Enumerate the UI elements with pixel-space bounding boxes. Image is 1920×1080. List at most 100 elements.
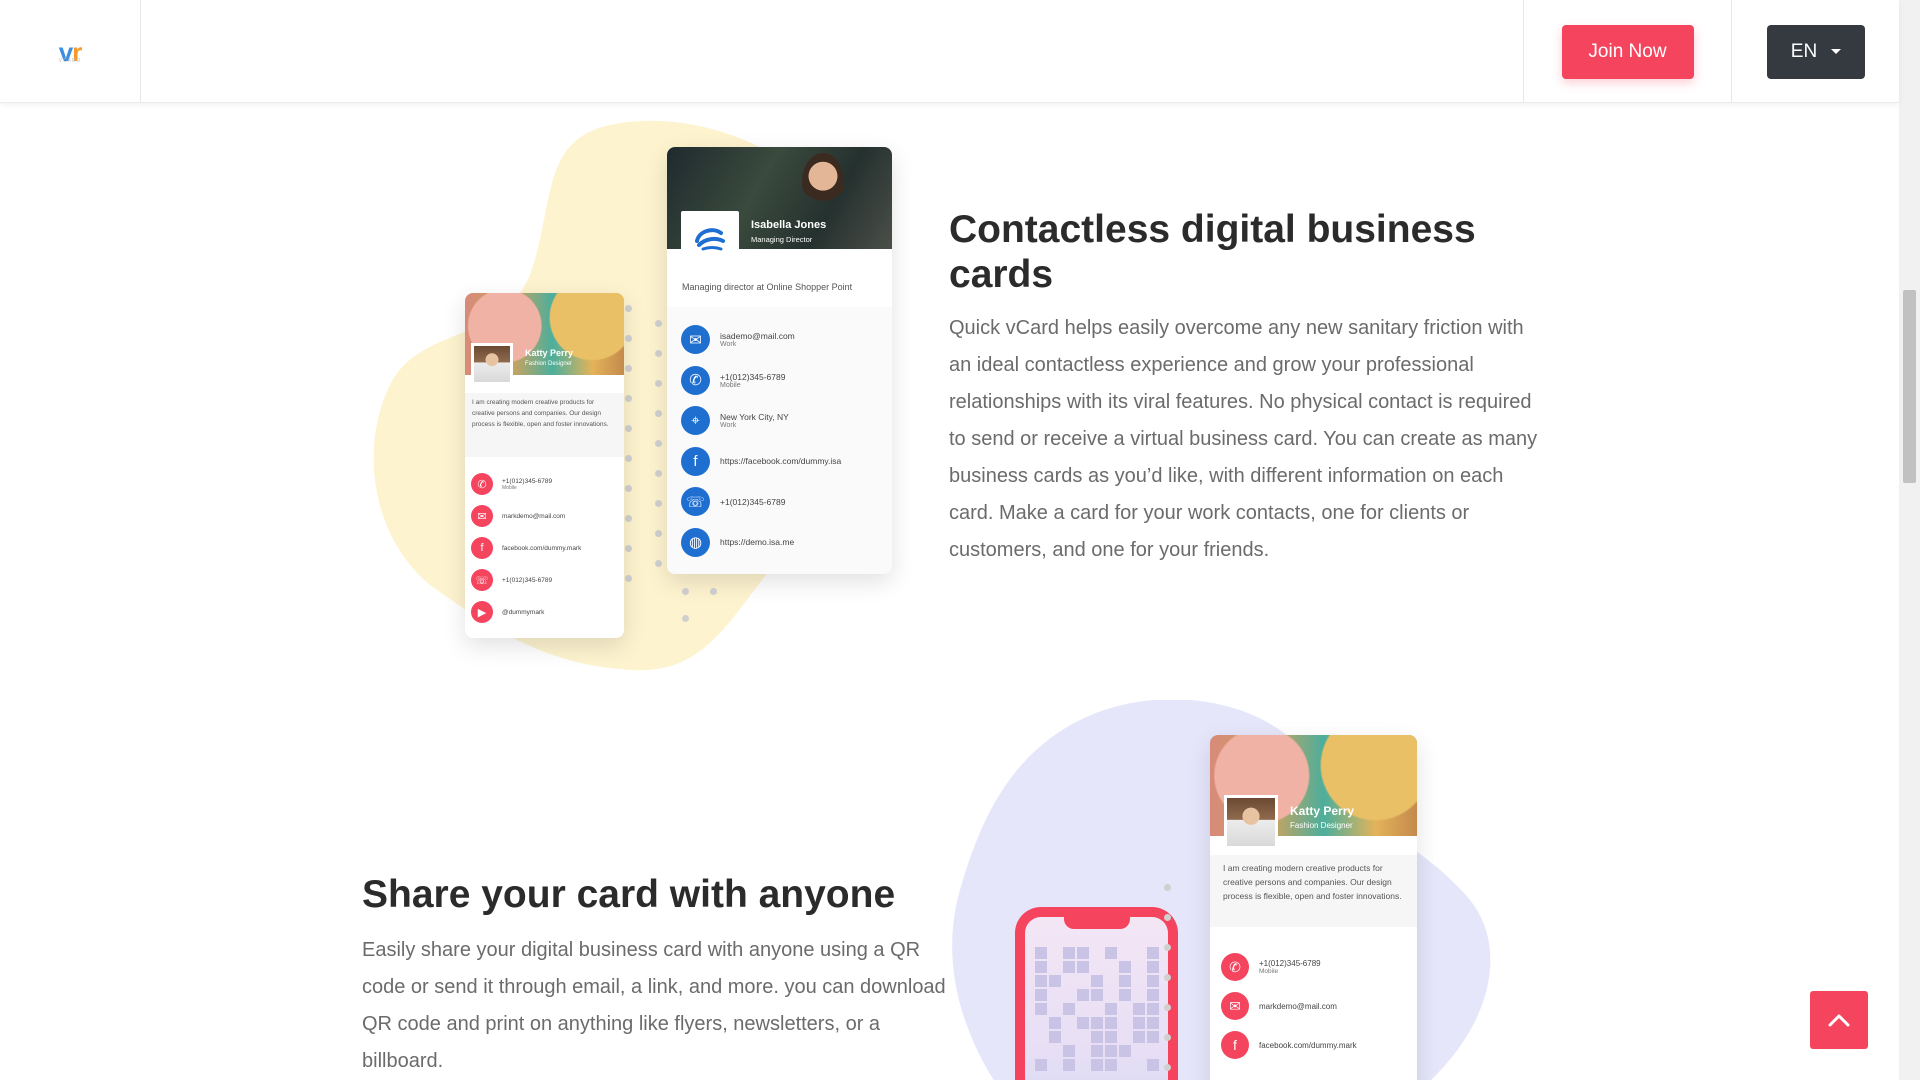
contact-row[interactable]: f https://facebook.com/dummy.isa [681, 446, 841, 476]
contact-row[interactable]: f facebook.com/dummy.mark [471, 537, 581, 559]
qr-module [1049, 975, 1061, 987]
company-logo [681, 211, 739, 267]
qr-module [1063, 1059, 1075, 1071]
qr-module [1063, 1003, 1075, 1015]
card-role: Managing Director [751, 235, 813, 244]
qr-module [1105, 1031, 1117, 1043]
qr-module [1147, 961, 1159, 973]
section-body-contactless: Quick vCard helps easily overcome any ne… [949, 317, 1538, 561]
avatar [1224, 795, 1278, 849]
qr-module [1063, 961, 1075, 973]
contact-row[interactable]: ▶ @dummymark [471, 601, 544, 623]
youtube-icon: ▶ [471, 601, 493, 623]
qr-module [1147, 1017, 1159, 1029]
logo-subtext: VCARD [58, 58, 82, 64]
qr-module [1063, 1045, 1075, 1057]
qr-module [1147, 1003, 1159, 1015]
contact-type: Mobile [502, 484, 517, 491]
contact-row[interactable]: ✆ +1(012)345-6789 Mobile [1221, 953, 1321, 981]
card-name: Isabella Jones [751, 219, 827, 231]
contact-type: Mobile [720, 381, 741, 389]
dot-pattern [1160, 880, 1200, 1080]
contact-value: facebook.com/dummy.mark [502, 544, 582, 552]
phone-icon: ✆ [471, 473, 493, 495]
qr-module [1091, 989, 1103, 1001]
contact-value: New York City, NY [720, 412, 789, 422]
phone-icon: ✆ [1221, 953, 1249, 981]
back-to-top-button[interactable] [1810, 991, 1868, 1049]
contact-row[interactable]: ✉ markdemo@mail.com [471, 505, 565, 527]
logo[interactable]: vr VCARD [0, 0, 141, 103]
vcard-preview-katty-large: Katty Perry Fashion Designer I am creati… [1210, 735, 1417, 1080]
contact-type: Mobile [1259, 968, 1279, 975]
chevron-up-icon [1828, 1014, 1850, 1027]
contact-value: facebook.com/dummy.mark [1259, 1040, 1357, 1050]
qr-module [1091, 1017, 1103, 1029]
qr-module [1077, 961, 1089, 973]
qr-module [1119, 961, 1131, 973]
qr-module [1063, 947, 1075, 959]
qr-module [1119, 989, 1131, 1001]
contact-row[interactable]: ☏ +1(012)345-6789 [471, 569, 552, 591]
contact-row[interactable]: ✆ +1(012)345-6789 Mobile [681, 365, 786, 395]
section-body-share: Easily share your digital business card … [362, 939, 946, 1072]
mail-icon: ✉ [471, 505, 493, 527]
mail-icon: ✉ [1221, 992, 1249, 1020]
whatsapp-icon: ☏ [681, 487, 710, 516]
phone-qr-illustration [1015, 907, 1178, 1080]
qr-module [1091, 1045, 1103, 1057]
contact-value: +1(012)345-6789 [720, 371, 786, 382]
qr-module [1133, 1017, 1145, 1029]
contact-row[interactable]: ⌖ New York City, NY Work [681, 406, 789, 435]
phone-notch [1063, 917, 1130, 929]
qr-module [1091, 975, 1103, 987]
vcard-preview-isabella: Isabella Jones Managing Director Managin… [667, 147, 892, 574]
qr-module [1133, 1031, 1145, 1043]
top-navbar: vr VCARD Join Now EN [0, 0, 1899, 103]
whatsapp-icon: ☏ [471, 569, 493, 591]
qr-module [1147, 947, 1159, 959]
contact-value: +1(012)345-6789 [1259, 959, 1321, 968]
qr-module [1035, 947, 1047, 959]
contact-row[interactable]: ☏ +1(012)345-6789 [681, 487, 785, 516]
qr-module [1147, 1031, 1159, 1043]
qr-module [1105, 1045, 1117, 1057]
qr-module [1147, 989, 1159, 1001]
contact-value: https://demo.isa.me [720, 537, 795, 547]
qr-module [1035, 975, 1047, 987]
qr-module [1105, 1059, 1117, 1071]
qr-module [1077, 989, 1089, 1001]
page-scrollbar[interactable] [1899, 0, 1920, 1080]
contact-row[interactable]: ✆ +1(012)345-6789 Mobile [471, 473, 552, 495]
chevron-down-icon [1831, 49, 1842, 54]
qr-module [1049, 1031, 1061, 1043]
mail-icon: ✉ [681, 325, 710, 354]
card-name: Katty Perry [1290, 804, 1355, 818]
phone-icon: ✆ [681, 365, 710, 395]
language-dropdown[interactable]: EN [1767, 24, 1865, 79]
card-role: Fashion Designer [525, 361, 573, 367]
card-description: Managing director at Online Shopper Poin… [667, 267, 892, 307]
qr-module [1035, 1003, 1047, 1015]
contact-row[interactable]: ✉ isademo@mail.com Work [681, 325, 795, 354]
location-icon: ⌖ [681, 406, 710, 435]
avatar [471, 343, 513, 385]
scrollbar-thumb[interactable] [1903, 290, 1916, 483]
facebook-icon: f [471, 537, 493, 559]
contact-row[interactable]: ◍ https://demo.isa.me [681, 527, 795, 557]
card-description: I am creating modern creative products f… [465, 393, 624, 457]
contact-row[interactable]: ✉ markdemo@mail.com [1221, 992, 1337, 1020]
qr-module [1133, 1003, 1145, 1015]
qr-module [1091, 1031, 1103, 1043]
contact-type: Work [720, 341, 737, 348]
section-title-contactless: Contactless digital business cards [949, 208, 1476, 296]
contact-value: markdemo@mail.com [1259, 1001, 1337, 1011]
qr-module [1077, 947, 1089, 959]
language-cell: EN [1733, 0, 1899, 103]
contact-value: +1(012)345-6789 [502, 477, 553, 485]
brand-logo-icon [695, 228, 725, 251]
join-now-button[interactable]: Join Now [1561, 24, 1694, 79]
globe-icon: ◍ [681, 527, 710, 557]
qr-module [1105, 1003, 1117, 1015]
contact-row[interactable]: f facebook.com/dummy.mark [1221, 1031, 1357, 1059]
